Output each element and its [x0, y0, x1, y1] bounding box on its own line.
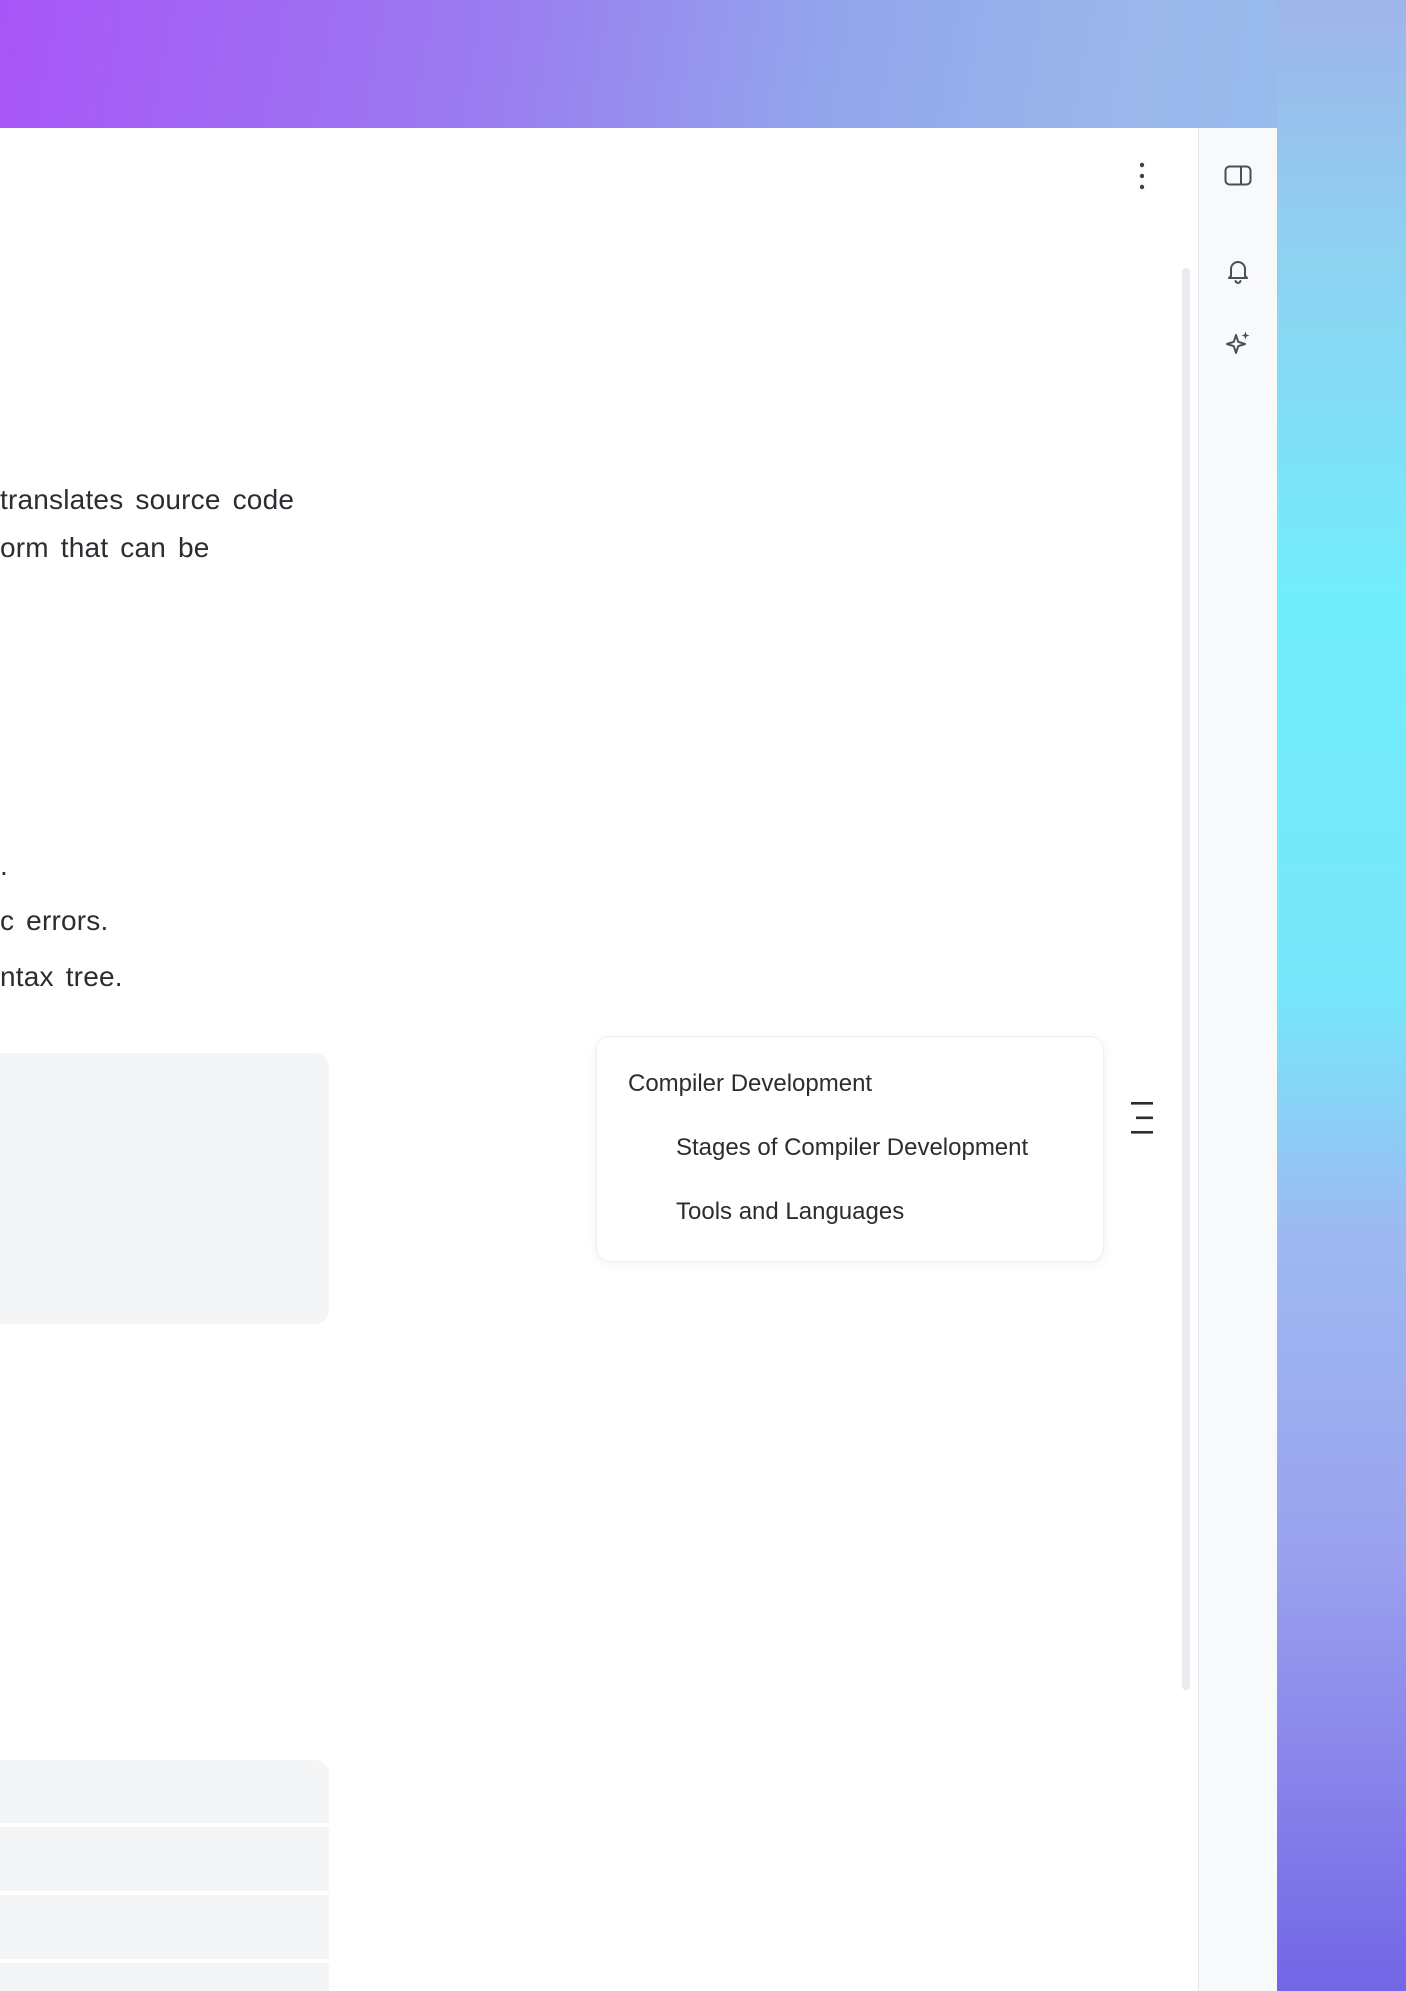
paragraph-line: translates source code — [0, 484, 295, 515]
toc-item-compiler-development[interactable]: Compiler Development — [628, 1070, 872, 1098]
notifications-button[interactable] — [1223, 256, 1253, 286]
sparkle-icon — [1226, 331, 1250, 354]
table-of-contents-icon — [1131, 1102, 1153, 1134]
right-rail — [1198, 128, 1277, 1991]
list-item-line: ntax tree. — [0, 961, 123, 992]
list-item-line: c errors. — [0, 905, 109, 936]
toc-item-stages[interactable]: Stages of Compiler Development — [676, 1134, 1028, 1162]
more-options-button[interactable] — [1126, 158, 1158, 194]
table-row — [0, 1895, 329, 1959]
panel-toggle-icon — [1224, 165, 1252, 186]
table-of-contents-panel: Compiler Development Stages of Compiler … — [596, 1036, 1104, 1262]
toc-item-tools-and-languages[interactable]: Tools and Languages — [676, 1198, 904, 1226]
background-gradient-right — [1277, 0, 1406, 1991]
code-block — [0, 1053, 329, 1324]
more-vertical-icon — [1139, 162, 1145, 190]
panel-toggle-button[interactable] — [1223, 161, 1253, 191]
list-item-line: . — [0, 850, 8, 881]
table-row — [0, 1963, 329, 1991]
bell-icon — [1228, 261, 1248, 284]
table-row — [0, 1827, 329, 1891]
scrollbar[interactable] — [1182, 268, 1190, 1690]
ai-assistant-button[interactable] — [1223, 328, 1253, 358]
background-gradient-top — [0, 0, 1406, 128]
paragraph-line: orm that can be — [0, 532, 210, 563]
table-row — [0, 1760, 329, 1823]
toc-toggle-button[interactable] — [1128, 1100, 1158, 1136]
